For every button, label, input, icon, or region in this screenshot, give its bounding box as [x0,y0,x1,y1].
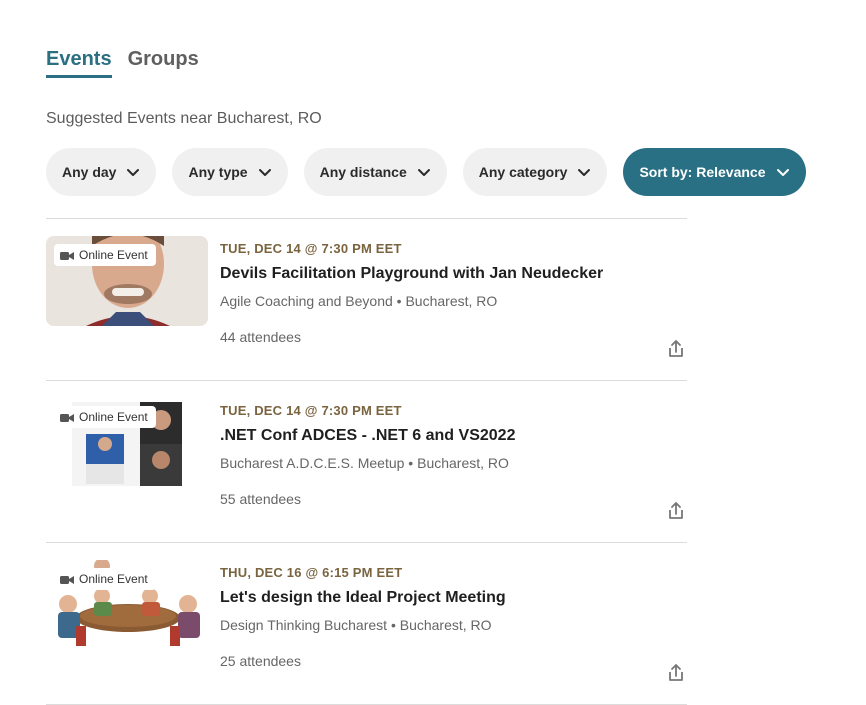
event-list: Online Event TUE, DEC 14 @ 7:30 PM EET D… [46,218,687,705]
video-camera-icon [60,250,74,260]
suggested-events-subtitle: Suggested Events near Bucharest, RO [46,110,322,127]
event-image[interactable]: Online Event [46,236,208,326]
filter-any-category[interactable]: Any category [462,148,608,196]
share-icon[interactable] [666,339,686,359]
sort-by-dropdown[interactable]: Sort by: Relevance [623,148,806,196]
filter-label: Any type [188,164,248,180]
event-attendees: 44 attendees [220,329,301,345]
event-group: Design Thinking Bucharest • Bucharest, R… [220,617,492,633]
event-title[interactable]: Let's design the Ideal Project Meeting [220,589,506,607]
chevron-down-icon [776,165,790,179]
badge-label: Online Event [79,248,148,262]
chevron-down-icon [577,165,591,179]
video-camera-icon [60,574,74,584]
event-group: Bucharest A.D.C.E.S. Meetup • Bucharest,… [220,455,509,471]
online-event-badge: Online Event [54,406,156,428]
filter-label: Any day [62,164,117,180]
event-date: TUE, DEC 14 @ 7:30 PM EET [220,241,402,256]
tab-bar: Events Groups [46,48,199,78]
sort-label: Sort by: Relevance [639,164,766,180]
online-event-badge: Online Event [54,568,156,590]
event-date: TUE, DEC 14 @ 7:30 PM EET [220,403,402,418]
event-title[interactable]: .NET Conf ADCES - .NET 6 and VS2022 [220,427,515,445]
chevron-down-icon [258,165,272,179]
share-icon[interactable] [666,501,686,521]
badge-label: Online Event [79,410,148,424]
event-date: THU, DEC 16 @ 6:15 PM EET [220,565,403,580]
video-camera-icon [60,412,74,422]
event-attendees: 25 attendees [220,653,301,669]
tab-events[interactable]: Events [46,48,112,78]
chevron-down-icon [417,165,431,179]
event-attendees: 55 attendees [220,491,301,507]
event-card[interactable]: Online Event TUE, DEC 14 @ 7:30 PM EET D… [46,218,687,380]
online-event-badge: Online Event [54,244,156,266]
event-card[interactable]: Online Event THU, DEC 16 @ 6:15 PM EET L… [46,542,687,704]
filter-any-day[interactable]: Any day [46,148,157,196]
filter-any-type[interactable]: Any type [172,148,288,196]
share-icon[interactable] [666,663,686,683]
filter-label: Any distance [319,164,407,180]
event-image[interactable]: ADCES Online Event [46,398,208,488]
event-card[interactable]: ADCES Online Event TUE, DEC 14 @ 7:30 PM… [46,380,687,542]
badge-label: Online Event [79,572,148,586]
filter-any-distance[interactable]: Any distance [303,148,447,196]
event-title[interactable]: Devils Facilitation Playground with Jan … [220,265,603,283]
event-image[interactable]: Online Event [46,560,208,650]
event-group: Agile Coaching and Beyond • Bucharest, R… [220,293,498,309]
tab-groups[interactable]: Groups [128,48,199,78]
filter-bar: Any day Any type Any distance Any catego… [46,148,806,196]
filter-label: Any category [478,164,568,180]
chevron-down-icon [126,165,140,179]
